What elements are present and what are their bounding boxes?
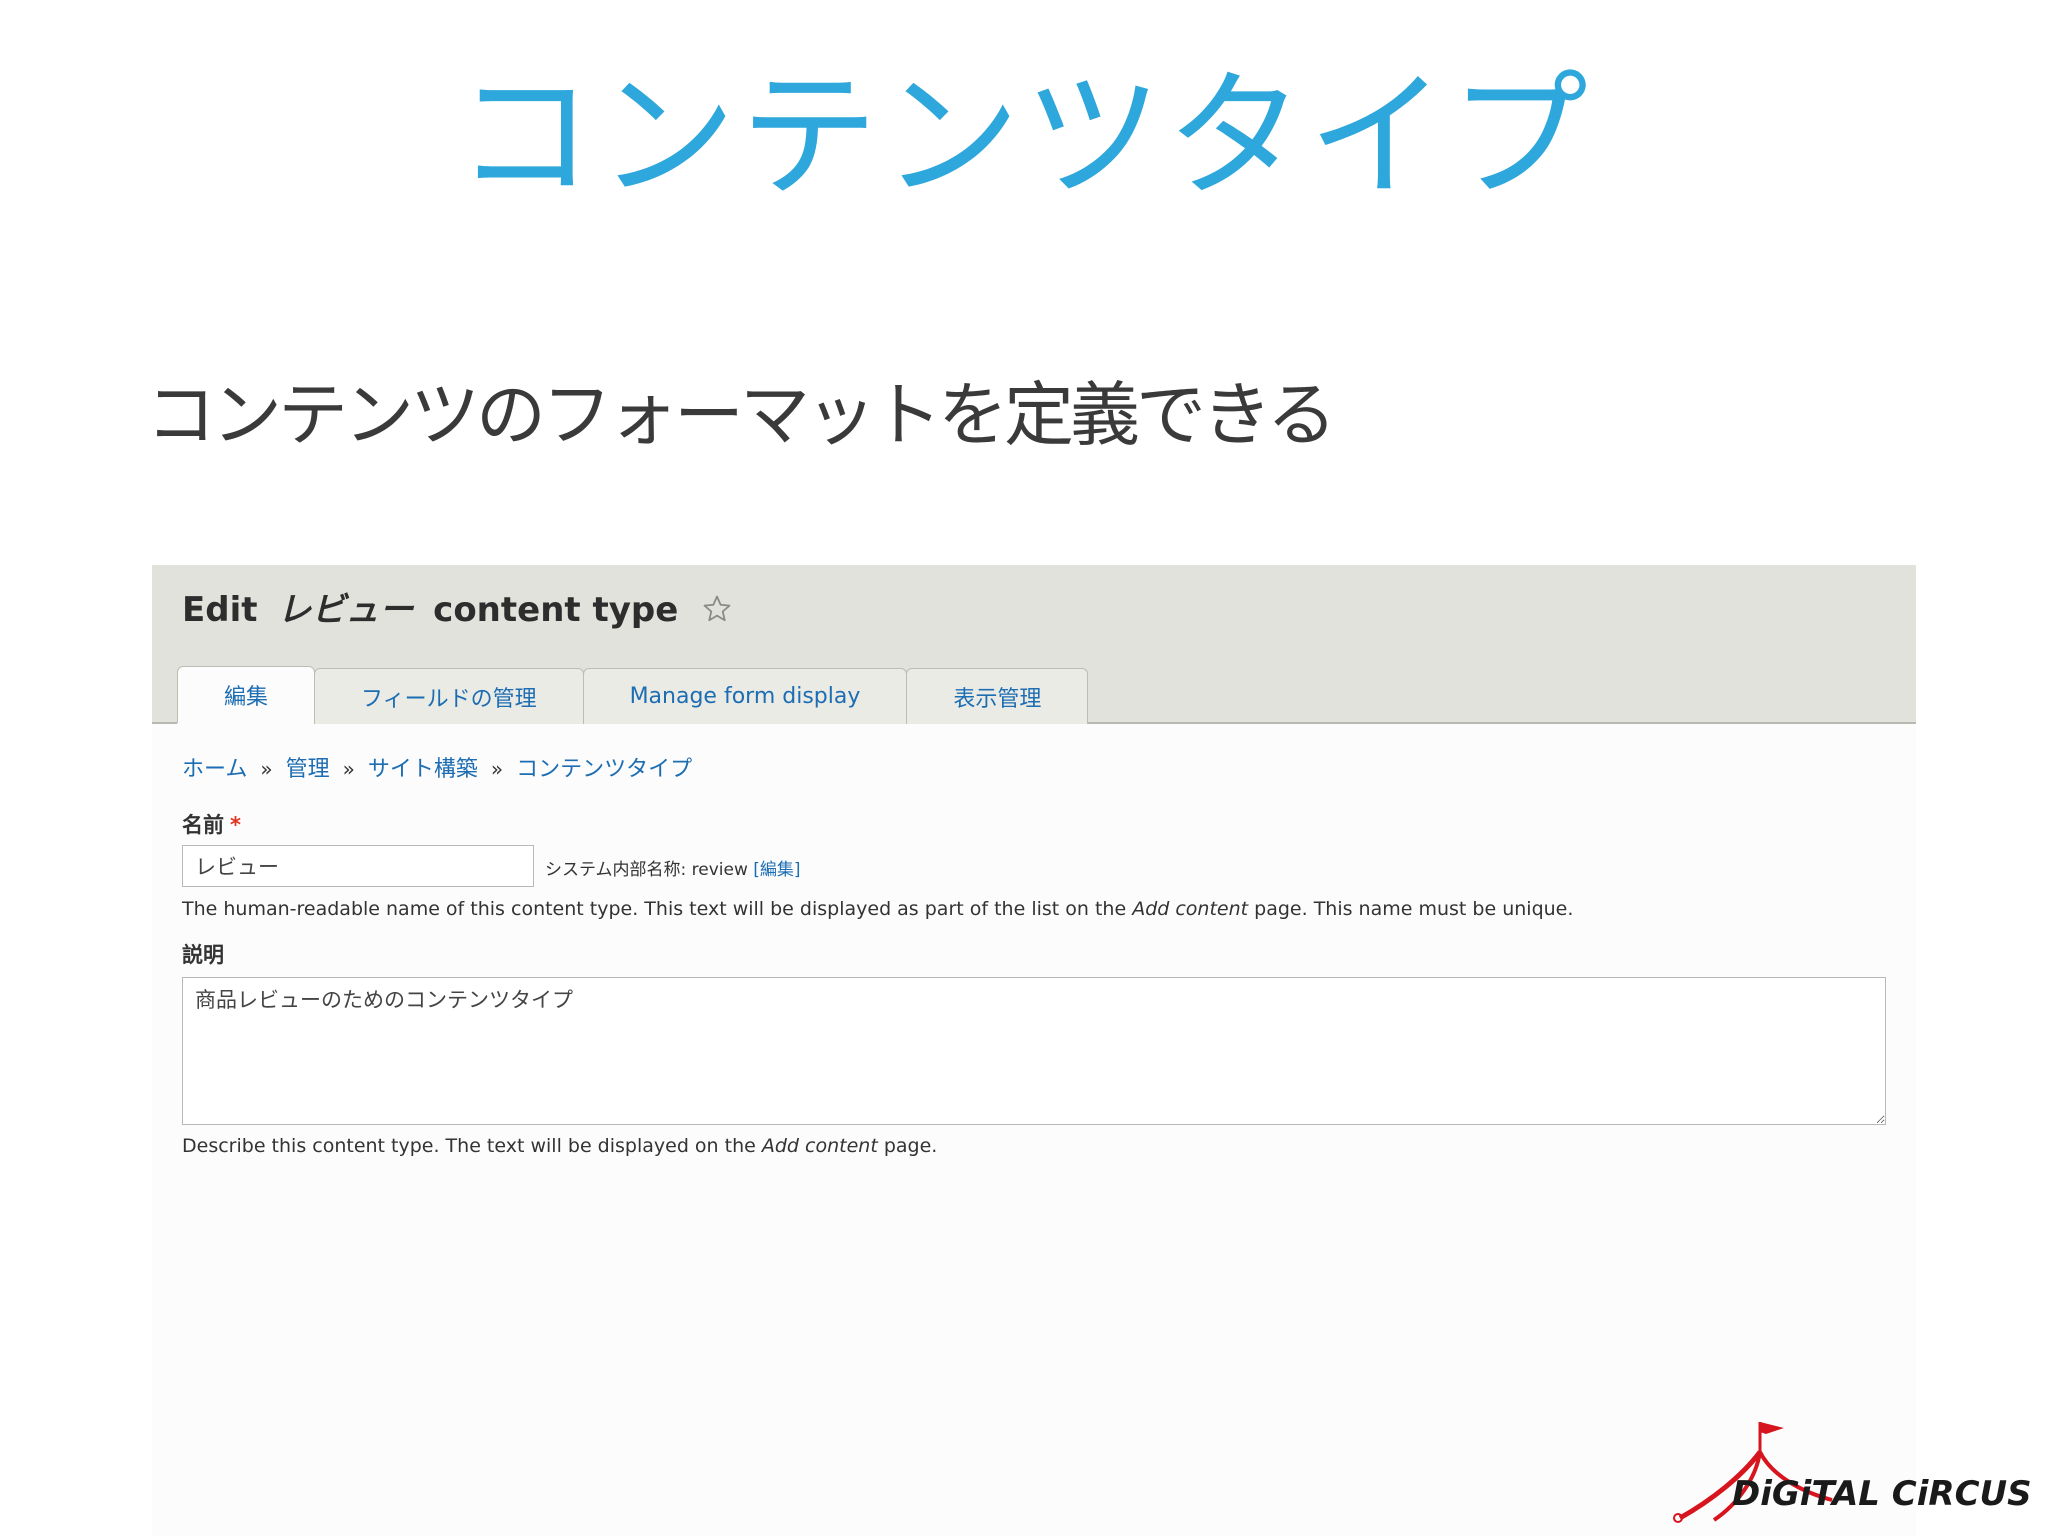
primary-tabs: 編集 フィールドの管理 Manage form display 表示管理	[177, 666, 1089, 724]
breadcrumb-home[interactable]: ホーム	[182, 757, 247, 782]
name-label: 名前 *	[182, 809, 241, 839]
description-help-before: Describe this content type. The text wil…	[182, 1135, 756, 1157]
name-input[interactable]	[182, 845, 534, 887]
page-header: Edit レビュー content type 編集 フィールドの管理 Manag…	[152, 565, 1916, 724]
slide-subtitle: コンテンツのフォーマットを定義できる	[146, 374, 1337, 456]
page-title-prefix: Edit	[182, 590, 258, 630]
machine-name-text: システム内部名称: review	[545, 860, 748, 880]
breadcrumb: ホーム » 管理 » サイト構築 » コンテンツタイプ	[182, 751, 692, 783]
slide-title: コンテンツタイプ	[455, 56, 1592, 217]
name-help-after: page. This name must be unique.	[1254, 898, 1574, 920]
page-title: Edit レビュー content type	[182, 583, 732, 640]
name-help-text: The human-readable name of this content …	[182, 898, 1573, 920]
breadcrumb-content-types[interactable]: コンテンツタイプ	[516, 757, 692, 782]
tab-manage-fields[interactable]: フィールドの管理	[314, 668, 584, 724]
breadcrumb-separator: »	[260, 757, 273, 781]
description-help-text: Describe this content type. The text wil…	[182, 1135, 937, 1157]
name-help-before: The human-readable name of this content …	[182, 898, 1127, 920]
name-help-emphasis: Add content	[1132, 898, 1249, 920]
tab-manage-display[interactable]: 表示管理	[906, 668, 1089, 724]
description-textarea[interactable]: 商品レビューのためのコンテンツタイプ	[182, 977, 1886, 1125]
digital-circus-logo: DiGiTAL CiRCUS	[1672, 1418, 2032, 1528]
description-help-after: page.	[883, 1135, 938, 1157]
machine-name-edit-link[interactable]: [編集]	[753, 860, 800, 880]
required-marker: *	[230, 813, 241, 837]
page-title-suffix: content type	[433, 590, 679, 630]
breadcrumb-admin[interactable]: 管理	[286, 757, 330, 782]
description-label: 説明	[182, 943, 224, 967]
breadcrumb-structure[interactable]: サイト構築	[368, 757, 478, 782]
name-label-text: 名前	[182, 813, 224, 837]
tab-manage-form-display[interactable]: Manage form display	[582, 668, 908, 724]
machine-name: システム内部名称: review [編集]	[545, 855, 801, 880]
breadcrumb-separator: »	[490, 757, 504, 781]
page-title-name: レビュー	[277, 590, 414, 630]
logo-text: DiGiTAL CiRCUS	[1732, 1474, 2032, 1514]
breadcrumb-separator: »	[342, 757, 355, 781]
content-type-edit-screenshot: Edit レビュー content type 編集 フィールドの管理 Manag…	[152, 565, 1916, 1536]
tab-edit[interactable]: 編集	[177, 666, 316, 724]
description-help-emphasis: Add content	[761, 1135, 878, 1157]
star-icon[interactable]	[702, 586, 732, 640]
